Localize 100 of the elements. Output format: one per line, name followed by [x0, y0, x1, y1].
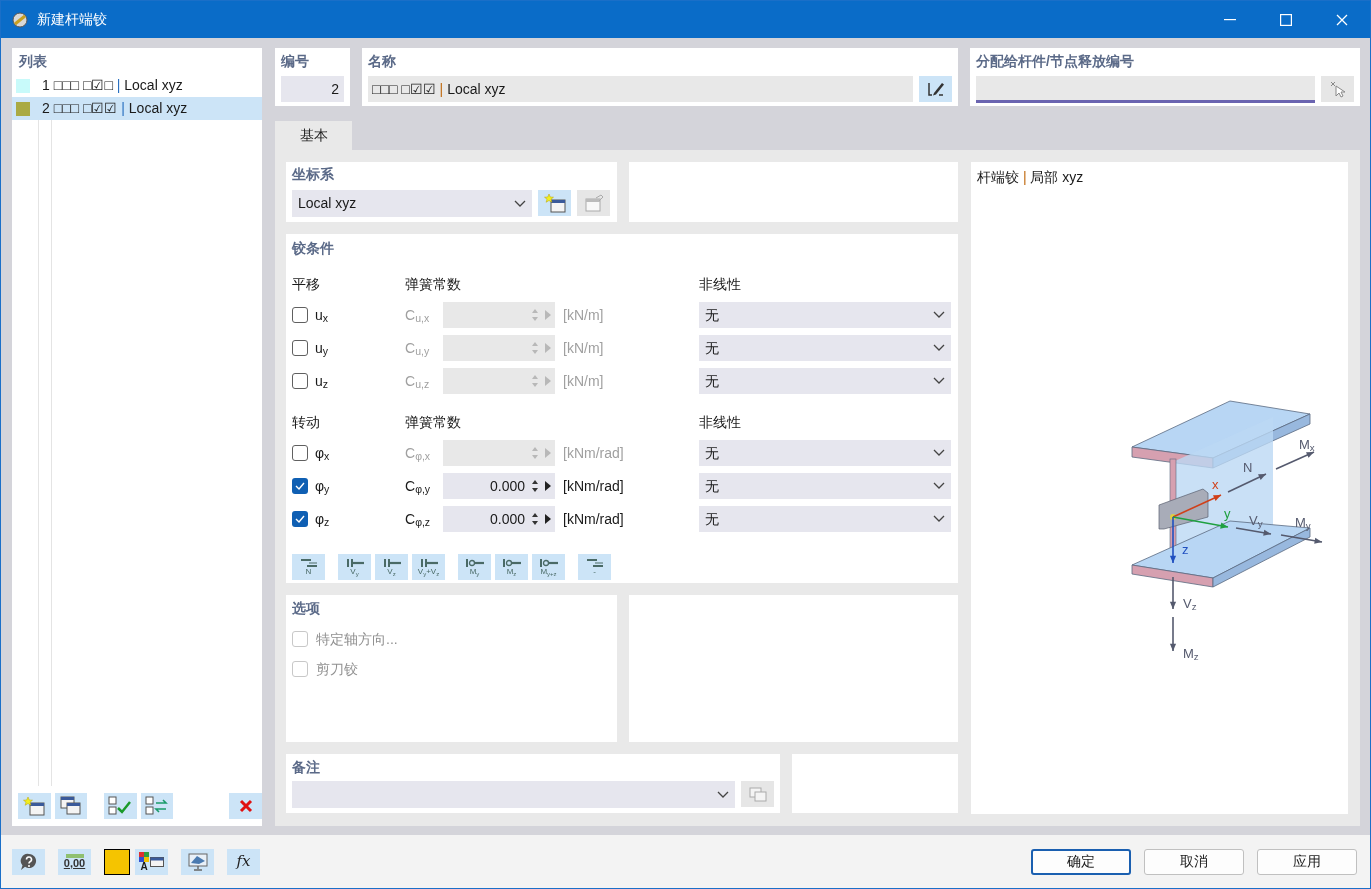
assign-field[interactable]: [976, 76, 1315, 103]
chevron-down-icon: [717, 790, 730, 799]
dialog-button[interactable]: 取消: [1144, 848, 1244, 875]
option-label: 特定轴方向...: [316, 629, 398, 649]
section-title: 坐标系: [292, 165, 335, 184]
name-field[interactable]: □□□ □☑☑ | Local xyz: [368, 76, 913, 102]
axis-label: M$_{y}$: [1295, 516, 1311, 530]
nonlinearity-dropdown[interactable]: 无: [699, 335, 951, 361]
spinner-icon: [531, 373, 539, 389]
help-icon: [18, 851, 39, 872]
checkbox[interactable]: [292, 307, 308, 323]
caret-right-icon: [545, 448, 551, 458]
axis-label: x: [1212, 478, 1219, 492]
preset-button[interactable]: V$_{y}$+V$_{z}$: [412, 554, 445, 580]
constant-label: C$_{u,y}$: [405, 338, 431, 359]
spinner-icon: [531, 307, 539, 323]
constant-label: C$_{u,x}$: [405, 305, 431, 326]
spring-constant-field[interactable]: 0.000: [443, 506, 555, 532]
field-label: 编号: [281, 52, 310, 71]
release-icon: [500, 558, 523, 568]
list-item[interactable]: 1 □□□ □☑□ | Local xyz: [12, 74, 262, 97]
axis-label: M$_{x}$: [1299, 438, 1315, 452]
preset-button[interactable]: M$_{z}$: [495, 554, 528, 580]
release-icon: [463, 558, 486, 568]
chevron-down-icon: [514, 199, 526, 208]
caret-right-icon: [545, 376, 551, 386]
checkbox[interactable]: [292, 511, 308, 527]
spring-constant-field[interactable]: [443, 335, 555, 361]
number-field[interactable]: 2: [281, 76, 344, 102]
preset-button[interactable]: N: [292, 554, 325, 580]
section-title: 备注: [292, 758, 321, 777]
nonlinearity-dropdown[interactable]: 无: [699, 473, 951, 499]
force-arrow: [1227, 473, 1267, 493]
check-all-icon: [108, 796, 133, 816]
field-label: 分配给杆件/节点释放编号: [976, 52, 1135, 71]
nonlinearity-dropdown[interactable]: 无: [699, 506, 951, 532]
chevron-down-icon: [933, 344, 945, 352]
pick-button[interactable]: [1321, 76, 1354, 102]
force-arrow: [1235, 527, 1272, 536]
formula-button[interactable]: fx: [227, 848, 260, 875]
preset-button[interactable]: M$_{y+z}$: [532, 554, 565, 580]
maximize-icon: [1280, 13, 1292, 26]
caret-right-icon: [545, 310, 551, 320]
list-item[interactable]: 2 □□□ □☑☑ | Local xyz: [12, 97, 262, 120]
group-label: 平移: [292, 274, 321, 294]
field-label: 名称: [368, 52, 397, 71]
spring-constant-field[interactable]: [443, 302, 555, 328]
section-title: 选项: [292, 599, 321, 618]
dialog-button[interactable]: 应用: [1257, 848, 1357, 875]
axis-label: z: [1182, 543, 1189, 557]
preset-button[interactable]: V$_{y}$: [338, 554, 371, 580]
new-window-icon: [543, 193, 566, 213]
text-color-button[interactable]: A: [135, 848, 168, 875]
pencil-icon: [925, 80, 946, 98]
chevron-down-icon: [933, 482, 945, 490]
dof-label: φ$_{x}$: [315, 443, 330, 464]
group-label: 转动: [292, 412, 321, 432]
coordinate-dropdown[interactable]: Local xyz: [292, 190, 532, 217]
z-axis-arrow: [1169, 516, 1177, 564]
spinner-icon: [531, 511, 539, 527]
nonlinearity-dropdown[interactable]: 无: [699, 368, 951, 394]
caret-right-icon: [545, 343, 551, 353]
check-all-button[interactable]: [104, 793, 137, 819]
section-title: 铰条件: [292, 239, 335, 258]
copy-item-button[interactable]: [54, 793, 88, 819]
preset-button[interactable]: -: [578, 554, 611, 580]
axis-label: V$_{y}$: [1249, 514, 1263, 528]
spring-constant-field[interactable]: [443, 440, 555, 466]
edit-name-button[interactable]: [919, 76, 952, 102]
spinner-icon: [531, 340, 539, 356]
dof-label: u$_{z}$: [315, 371, 329, 392]
new-item-button[interactable]: [18, 793, 51, 819]
checkbox[interactable]: [292, 445, 308, 461]
tab[interactable]: 基本: [275, 121, 352, 150]
decimal-button[interactable]: 0,00: [58, 848, 91, 875]
display-button[interactable]: [181, 848, 214, 875]
preset-button[interactable]: V$_{z}$: [375, 554, 408, 580]
copy-icon: [59, 796, 82, 816]
checkbox[interactable]: [292, 373, 308, 389]
check-icon: [295, 515, 305, 523]
spring-constant-field[interactable]: 0.000: [443, 473, 555, 499]
unit-label: [kNm/rad]: [563, 509, 625, 529]
minimize-icon: [1224, 18, 1236, 21]
nonlinearity-dropdown[interactable]: 无: [699, 440, 951, 466]
spring-constant-field[interactable]: [443, 368, 555, 394]
column-label: 非线性: [699, 412, 741, 432]
checkbox[interactable]: [292, 478, 308, 494]
invert-check-button[interactable]: [140, 793, 174, 819]
dialog-button[interactable]: 确定: [1031, 848, 1131, 875]
delete-button[interactable]: [229, 793, 263, 819]
release-icon: [537, 558, 560, 568]
preset-button[interactable]: M$_{y}$: [458, 554, 491, 580]
nonlinearity-dropdown[interactable]: 无: [699, 302, 951, 328]
new-coordinate-button[interactable]: [538, 190, 571, 216]
help-button[interactable]: [12, 848, 45, 875]
window-icon: [582, 193, 605, 213]
constant-label: C$_{φ,z}$: [405, 509, 432, 530]
checkbox[interactable]: [292, 340, 308, 356]
moment-arrow: [1275, 451, 1315, 470]
color-swatch[interactable]: [104, 848, 130, 875]
